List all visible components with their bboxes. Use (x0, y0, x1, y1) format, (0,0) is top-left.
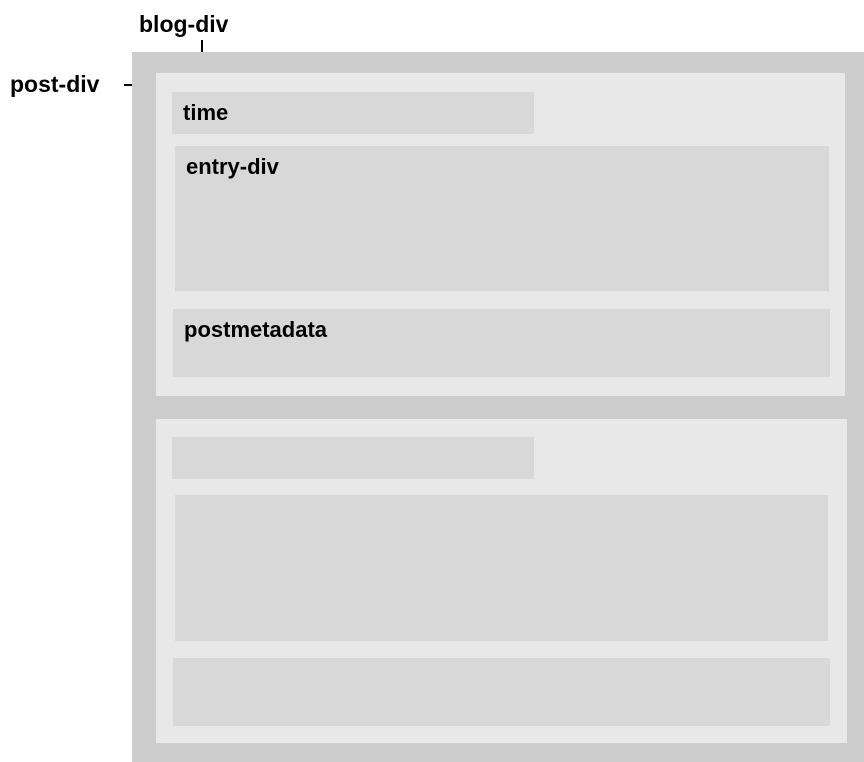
entry-div-block: entry-div (175, 146, 829, 291)
entry-div-block (175, 495, 828, 641)
post-div-box: time entry-div postmetadata (156, 73, 845, 396)
time-block (172, 437, 534, 479)
post-div-label: post-div (10, 71, 100, 97)
postmetadata-label: postmetadata (184, 317, 328, 342)
blog-div-label: blog-div (139, 11, 229, 37)
postmetadata-block (173, 658, 830, 726)
post-div-box (156, 419, 847, 743)
time-block: time (172, 92, 534, 134)
postmetadata-block: postmetadata (173, 309, 830, 377)
entry-div-label: entry-div (186, 154, 279, 179)
blog-div-box: time entry-div postmetadata (132, 52, 864, 762)
time-label: time (183, 100, 229, 125)
